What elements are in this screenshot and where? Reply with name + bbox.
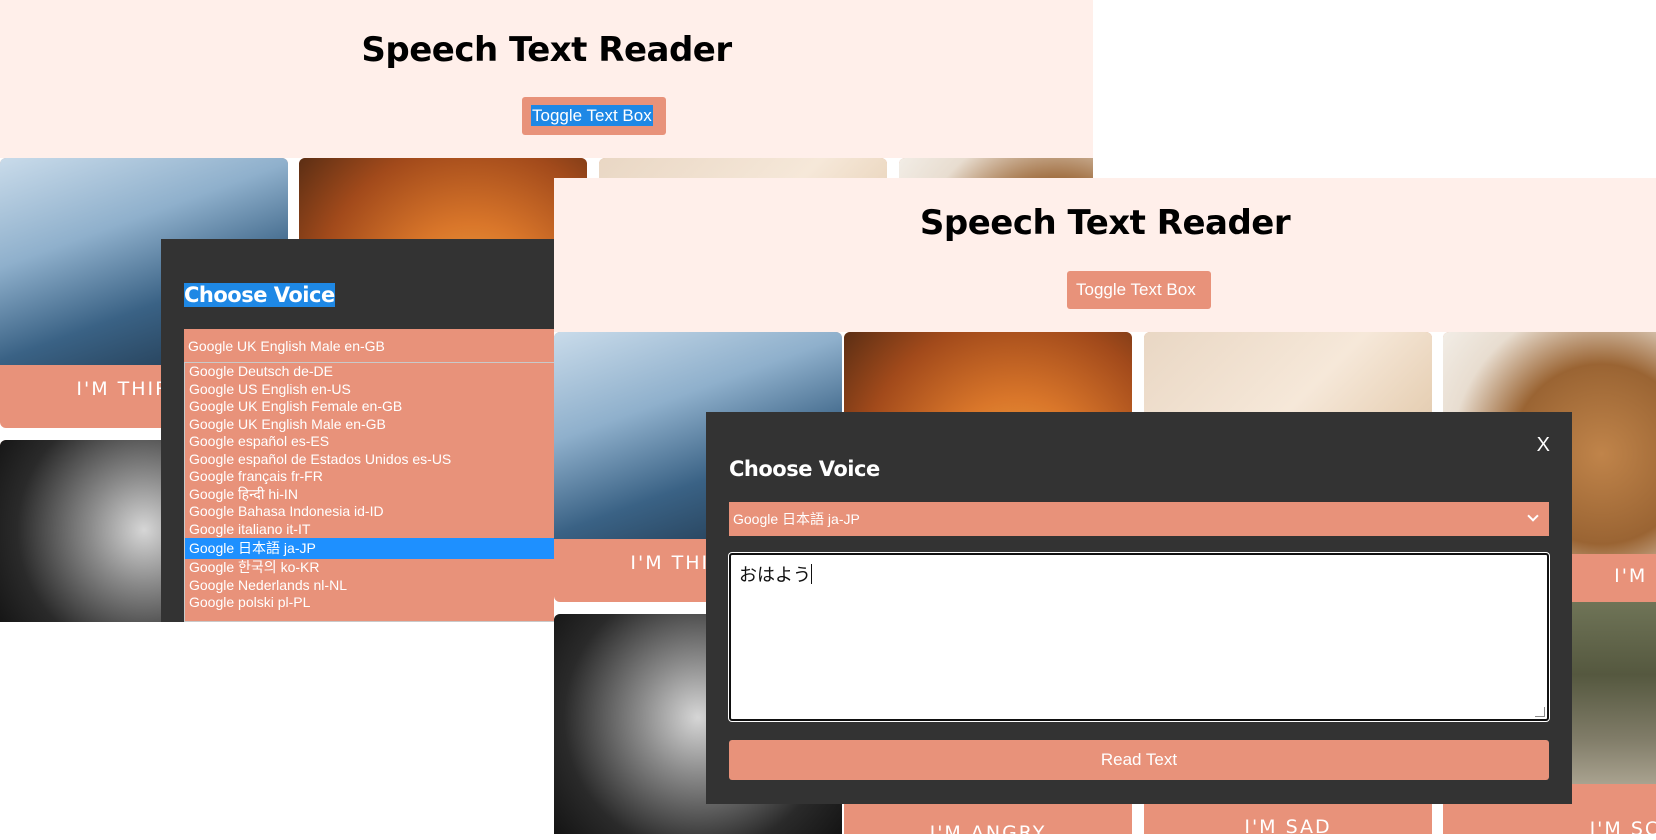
card-label: I'M SCARED bbox=[1589, 818, 1656, 834]
front-window: Speech Text Reader Toggle Text Box I'M T… bbox=[554, 178, 1656, 834]
voice-option[interactable]: Google 한국의 ko-KR bbox=[185, 559, 580, 577]
text-caret-icon bbox=[811, 564, 812, 584]
card-label: I'M ANGRY bbox=[929, 822, 1047, 834]
voice-option[interactable]: Google italiano it-IT bbox=[185, 521, 580, 539]
page-header: Speech Text Reader Toggle Text Box bbox=[554, 178, 1656, 332]
voice-option[interactable]: Google español es-ES bbox=[185, 433, 580, 451]
voice-option[interactable]: Google Nederlands nl-NL bbox=[185, 577, 580, 595]
read-text-button[interactable]: Read Text bbox=[729, 740, 1549, 780]
chevron-down-icon bbox=[1527, 510, 1539, 522]
voice-option[interactable]: Google UK English Male en-GB bbox=[185, 416, 580, 434]
text-input[interactable]: おはよう bbox=[729, 553, 1549, 721]
choose-voice-panel: Choose Voice Google UK English Male en-G… bbox=[161, 239, 581, 622]
page-header: Speech Text Reader Toggle Text Box bbox=[0, 0, 1093, 158]
voice-option[interactable]: Google polski pl-PL bbox=[185, 594, 580, 612]
voice-dropdown-list: Google Deutsch de-DE Google US English e… bbox=[184, 362, 581, 622]
text-input-value: おはよう bbox=[739, 565, 811, 585]
voice-option-highlighted[interactable]: Google 日本語 ja-JP bbox=[185, 538, 580, 559]
voice-option[interactable]: Google Deutsch de-DE bbox=[185, 363, 580, 381]
close-icon[interactable]: X bbox=[1537, 434, 1550, 457]
voice-option[interactable]: Google français fr-FR bbox=[185, 468, 580, 486]
voice-select[interactable]: Google UK English Male en-GB bbox=[184, 329, 581, 363]
voice-option[interactable]: Google español de Estados Unidos es-US bbox=[185, 451, 580, 469]
toggle-text-box-button[interactable]: Toggle Text Box bbox=[522, 97, 666, 135]
choose-voice-panel: X Choose Voice Google 日本語 ja-JP おはよう Rea… bbox=[706, 412, 1572, 804]
panel-title-text: Choose Voice bbox=[184, 283, 335, 307]
voice-option[interactable]: Google Bahasa Indonesia id-ID bbox=[185, 503, 580, 521]
voice-option[interactable]: Google हिन्दी hi-IN bbox=[185, 486, 580, 504]
card-label: I'M SAD bbox=[1244, 816, 1332, 834]
voice-select[interactable]: Google 日本語 ja-JP bbox=[729, 502, 1549, 536]
voice-option[interactable]: Google UK English Female en-GB bbox=[185, 398, 580, 416]
panel-title: Choose Voice bbox=[184, 283, 335, 307]
voice-select-value: Google 日本語 ja-JP bbox=[733, 511, 860, 527]
toggle-text-box-button[interactable]: Toggle Text Box bbox=[1067, 271, 1211, 309]
page-title: Speech Text Reader bbox=[919, 203, 1291, 243]
voice-option[interactable]: Google US English en-US bbox=[185, 381, 580, 399]
page-title: Speech Text Reader bbox=[361, 30, 732, 70]
panel-title: Choose Voice bbox=[729, 457, 880, 481]
resize-grip-icon[interactable] bbox=[1535, 707, 1545, 717]
toggle-label: Toggle Text Box bbox=[531, 105, 653, 126]
